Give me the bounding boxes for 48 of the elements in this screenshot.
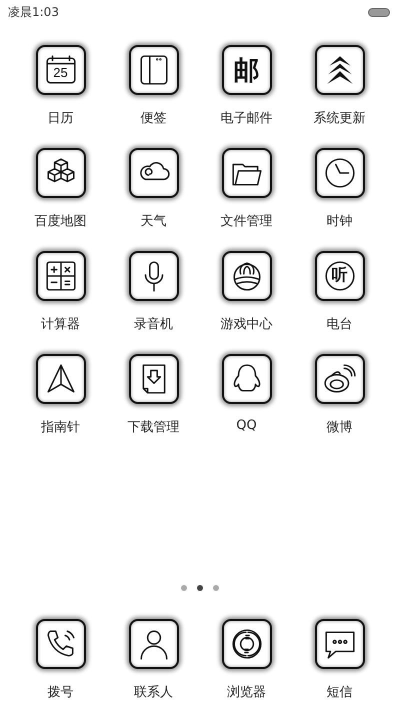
app-icon-button[interactable]: [128, 354, 178, 404]
app-icon-button[interactable]: [314, 619, 364, 669]
app-label: 浏览器: [227, 684, 266, 701]
app-label: 录音机: [134, 316, 173, 333]
app-label: 系统更新: [314, 110, 366, 127]
icon-glyph: 25: [53, 66, 68, 79]
status-time: 凌晨1:03: [8, 4, 59, 20]
app-label: 电子邮件: [220, 110, 272, 127]
app-icon-button[interactable]: [36, 619, 86, 669]
app-icon-button[interactable]: [128, 148, 178, 198]
icon-glyph: 听: [332, 268, 348, 284]
app-label: 微博: [326, 419, 352, 436]
icon-glyph: 邮: [234, 57, 260, 83]
app-label: 电台: [326, 316, 352, 333]
app-label: 日历: [48, 110, 74, 127]
app-icon-button[interactable]: [222, 619, 272, 669]
radio-glyph-icon: [322, 259, 356, 293]
app-label: 拨号: [48, 684, 74, 701]
app-label: 游戏中心: [220, 316, 272, 333]
app-icon-button[interactable]: [222, 148, 272, 198]
app-label: 指南针: [41, 419, 80, 436]
clock-icon: [322, 156, 356, 190]
app-icon-button[interactable]: [36, 251, 86, 301]
app-label: 时钟: [326, 213, 352, 230]
app-icon-button[interactable]: 邮: [222, 45, 272, 95]
app-icon-button[interactable]: [128, 619, 178, 669]
app-label: 便签: [140, 110, 166, 127]
app-label: 短信: [326, 684, 352, 701]
app-icon-button[interactable]: [36, 354, 86, 404]
app-icon-button[interactable]: 25: [36, 45, 86, 95]
battery-icon: [368, 8, 390, 16]
app-label: 文件管理: [220, 213, 272, 230]
calculator-icon: [44, 259, 78, 293]
app-label: 计算器: [41, 316, 80, 333]
app-icon-button[interactable]: [128, 251, 178, 301]
app-label: QQ: [236, 418, 257, 433]
app-label: 天气: [140, 213, 166, 230]
app-label: 联系人: [134, 684, 173, 701]
app-icon-button[interactable]: [222, 354, 272, 404]
app-label: 百度地图: [34, 213, 86, 230]
app-icon-button[interactable]: [36, 148, 86, 198]
app-icon-button[interactable]: [128, 45, 178, 95]
app-icon-button[interactable]: [314, 354, 364, 404]
app-label: 下载管理: [128, 419, 180, 436]
app-icon-button[interactable]: 听: [314, 251, 364, 301]
app-icon-button[interactable]: [222, 251, 272, 301]
app-icon-button[interactable]: [314, 148, 364, 198]
app-icon-button[interactable]: [314, 45, 364, 95]
